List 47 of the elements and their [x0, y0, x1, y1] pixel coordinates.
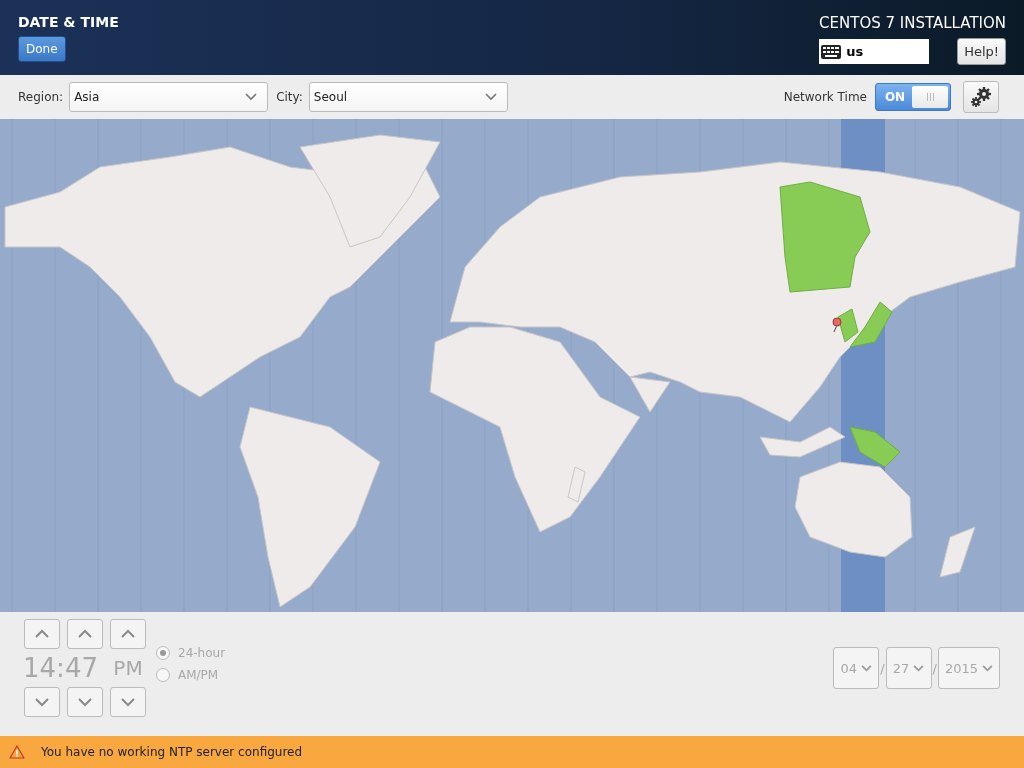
date-separator: / [932, 660, 937, 676]
chevron-up-icon [120, 629, 136, 640]
location-pin-icon [832, 317, 842, 333]
warning-icon [9, 744, 25, 759]
caret-icon [913, 664, 925, 672]
city-label: City: [276, 90, 303, 105]
page-title: DATE & TIME [18, 14, 119, 30]
date-dropdown[interactable]: 27 [885, 647, 932, 690]
hours-value: 14 [23, 653, 57, 684]
decrement-button[interactable] [110, 687, 146, 718]
minutes-value: 47 [64, 653, 98, 684]
keyboard-layout-indicator[interactable]: us [819, 39, 930, 64]
network-time-switch[interactable]: ON [875, 83, 951, 112]
increment-button[interactable] [24, 619, 60, 650]
increment-button[interactable] [110, 619, 146, 650]
settings-icon [970, 86, 992, 109]
chevron-up-icon [77, 629, 93, 640]
chevron-down-icon [34, 697, 50, 708]
increment-button[interactable] [67, 619, 103, 650]
region-label: Region: [18, 90, 64, 105]
status-message: You have no working NTP server configured [41, 744, 303, 759]
caret-icon [861, 664, 872, 672]
settings-button[interactable] [963, 81, 999, 114]
network-time-label: Network Time [783, 90, 867, 105]
done-button[interactable]: Done [18, 36, 66, 62]
time-format-radio[interactable]: AM/PM [156, 668, 226, 683]
date-separator: / [880, 660, 885, 676]
decrement-button[interactable] [67, 687, 103, 718]
caret-icon [484, 93, 497, 102]
city-dropdown[interactable]: Seoul [308, 82, 508, 113]
product-title: CENTOS 7 INSTALLATION [819, 14, 1006, 32]
world-map-drawing[interactable] [4, 119, 1021, 613]
decrement-button[interactable] [24, 687, 60, 718]
time-separator: : [56, 653, 65, 684]
time-format-radio[interactable]: 24-hour [156, 646, 226, 661]
keyboard-icon [821, 44, 842, 59]
date-dropdown[interactable]: 2015 [938, 647, 1000, 690]
keyboard-layout-label: us [846, 44, 864, 59]
region-dropdown[interactable]: Asia [69, 82, 269, 113]
help-button[interactable]: Help! [957, 38, 1006, 65]
chevron-down-icon [77, 697, 93, 708]
chevron-down-icon [120, 697, 136, 708]
chevron-up-icon [34, 629, 50, 640]
date-dropdown[interactable]: 04 [833, 647, 880, 690]
caret-icon [245, 93, 258, 102]
caret-icon [982, 664, 994, 672]
am-pm-value: PM [113, 656, 143, 681]
